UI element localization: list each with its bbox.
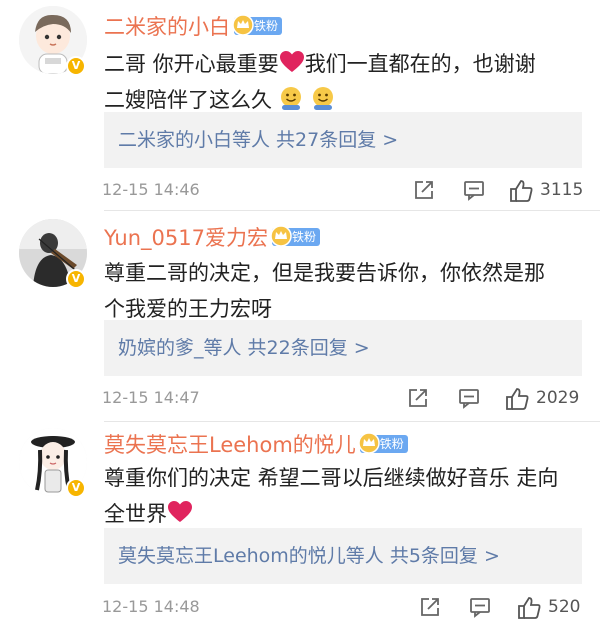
share-icon[interactable] <box>412 178 436 202</box>
username-text[interactable]: 莫失莫忘王Leehom的悦儿 <box>104 433 356 457</box>
comment-meta: 12-15 14:47 2029 <box>102 383 582 413</box>
reply-summary-text[interactable]: 二米家的小白等人 共27条回复 > <box>118 129 398 151</box>
verified-v-icon: V <box>66 478 86 498</box>
crown-icon <box>232 14 254 36</box>
comment-text: 尊重二哥的决定，但是我要告诉你，你依然是那 个我爱的王力宏呀 <box>104 255 584 327</box>
thumbs-up-icon[interactable] <box>508 178 534 204</box>
reply-summary-text[interactable]: 莫失莫忘王Leehom的悦儿等人 共5条回复 > <box>118 545 500 567</box>
timestamp: 12-15 14:48 <box>102 597 200 616</box>
comment-item: V 莫失莫忘王Leehom的悦儿 铁粉 尊重你们的决定 希望二哥以后继续做好音乐… <box>0 422 600 636</box>
like-count: 520 <box>548 597 581 617</box>
reply-summary-link[interactable]: 二米家的小白等人 共27条回复 > <box>104 112 582 168</box>
fan-badge: 铁粉 <box>232 14 283 36</box>
timestamp: 12-15 14:47 <box>102 388 200 407</box>
verified-v-icon: V <box>66 269 86 289</box>
fan-badge-label: 铁粉 <box>379 437 404 451</box>
fan-badge: 铁粉 <box>270 225 320 247</box>
comment-line: 尊重你们的决定 希望二哥以后继续做好音乐 走向 <box>104 466 559 490</box>
fan-badge-label: 铁粉 <box>291 230 316 244</box>
fan-badge-label: 铁粉 <box>254 19 279 33</box>
smiley-emoji <box>313 87 333 110</box>
like-count: 3115 <box>540 180 584 200</box>
crown-icon <box>358 432 380 454</box>
comment-text-segment: 我们一直都在的，也谢谢 <box>304 52 536 76</box>
comment-line: 全世界 <box>104 496 584 532</box>
share-icon[interactable] <box>418 595 442 619</box>
username[interactable]: 莫失莫忘王Leehom的悦儿 铁粉 <box>104 432 408 458</box>
comment-icon[interactable] <box>468 595 492 619</box>
comment-meta: 12-15 14:46 3115 <box>102 175 584 205</box>
reply-summary-text[interactable]: 奶嫔的爹_等人 共22条回复 > <box>118 337 370 359</box>
red-heart-emoji <box>168 501 192 522</box>
reply-summary-link[interactable]: 莫失莫忘王Leehom的悦儿等人 共5条回复 > <box>104 528 582 584</box>
username-text[interactable]: 二米家的小白 <box>104 15 230 39</box>
comment-item: V Yun_0517爱力宏 铁粉 尊重二哥的决定，但是我要告诉你，你依然是那 个… <box>0 211 600 423</box>
share-icon[interactable] <box>406 386 430 410</box>
crown-icon <box>270 225 292 247</box>
thumbs-up-icon[interactable] <box>516 595 542 621</box>
username[interactable]: 二米家的小白 铁粉 <box>104 14 283 40</box>
username[interactable]: Yun_0517爱力宏 铁粉 <box>104 225 320 251</box>
smiley-emoji <box>281 87 301 110</box>
comment-text-segment: 二哥 你开心最重要 <box>104 52 279 76</box>
username-text[interactable]: Yun_0517爱力宏 <box>104 226 268 250</box>
verified-v-icon: V <box>66 56 86 76</box>
comment-line: 二哥 你开心最重要 我们一直都在的，也谢谢 <box>104 46 584 82</box>
timestamp: 12-15 14:46 <box>102 180 200 199</box>
comment-icon[interactable] <box>457 386 481 410</box>
comment-text: 尊重你们的决定 希望二哥以后继续做好音乐 走向 全世界 <box>104 460 584 532</box>
fan-badge: 铁粉 <box>358 432 408 454</box>
comment-text-segment: 全世界 <box>104 502 167 526</box>
comment-icon[interactable] <box>462 178 486 202</box>
thumbs-up-icon[interactable] <box>504 386 530 412</box>
comment-text-segment: 二嫂陪伴了这么久 <box>104 88 272 112</box>
red-heart-emoji <box>279 51 304 72</box>
comment-text: 二哥 你开心最重要 我们一直都在的，也谢谢 二嫂陪伴了这么久 <box>104 46 584 118</box>
comment-line: 尊重二哥的决定，但是我要告诉你，你依然是那 <box>104 261 545 285</box>
reply-summary-link[interactable]: 奶嫔的爹_等人 共22条回复 > <box>104 320 582 376</box>
comment-meta: 12-15 14:48 520 <box>102 592 582 622</box>
like-count: 2029 <box>536 388 580 408</box>
comment-item: V 二米家的小白 铁粉 二哥 你开心最重要 我们一直都在的，也谢谢 二嫂陪伴了这么… <box>0 0 600 212</box>
